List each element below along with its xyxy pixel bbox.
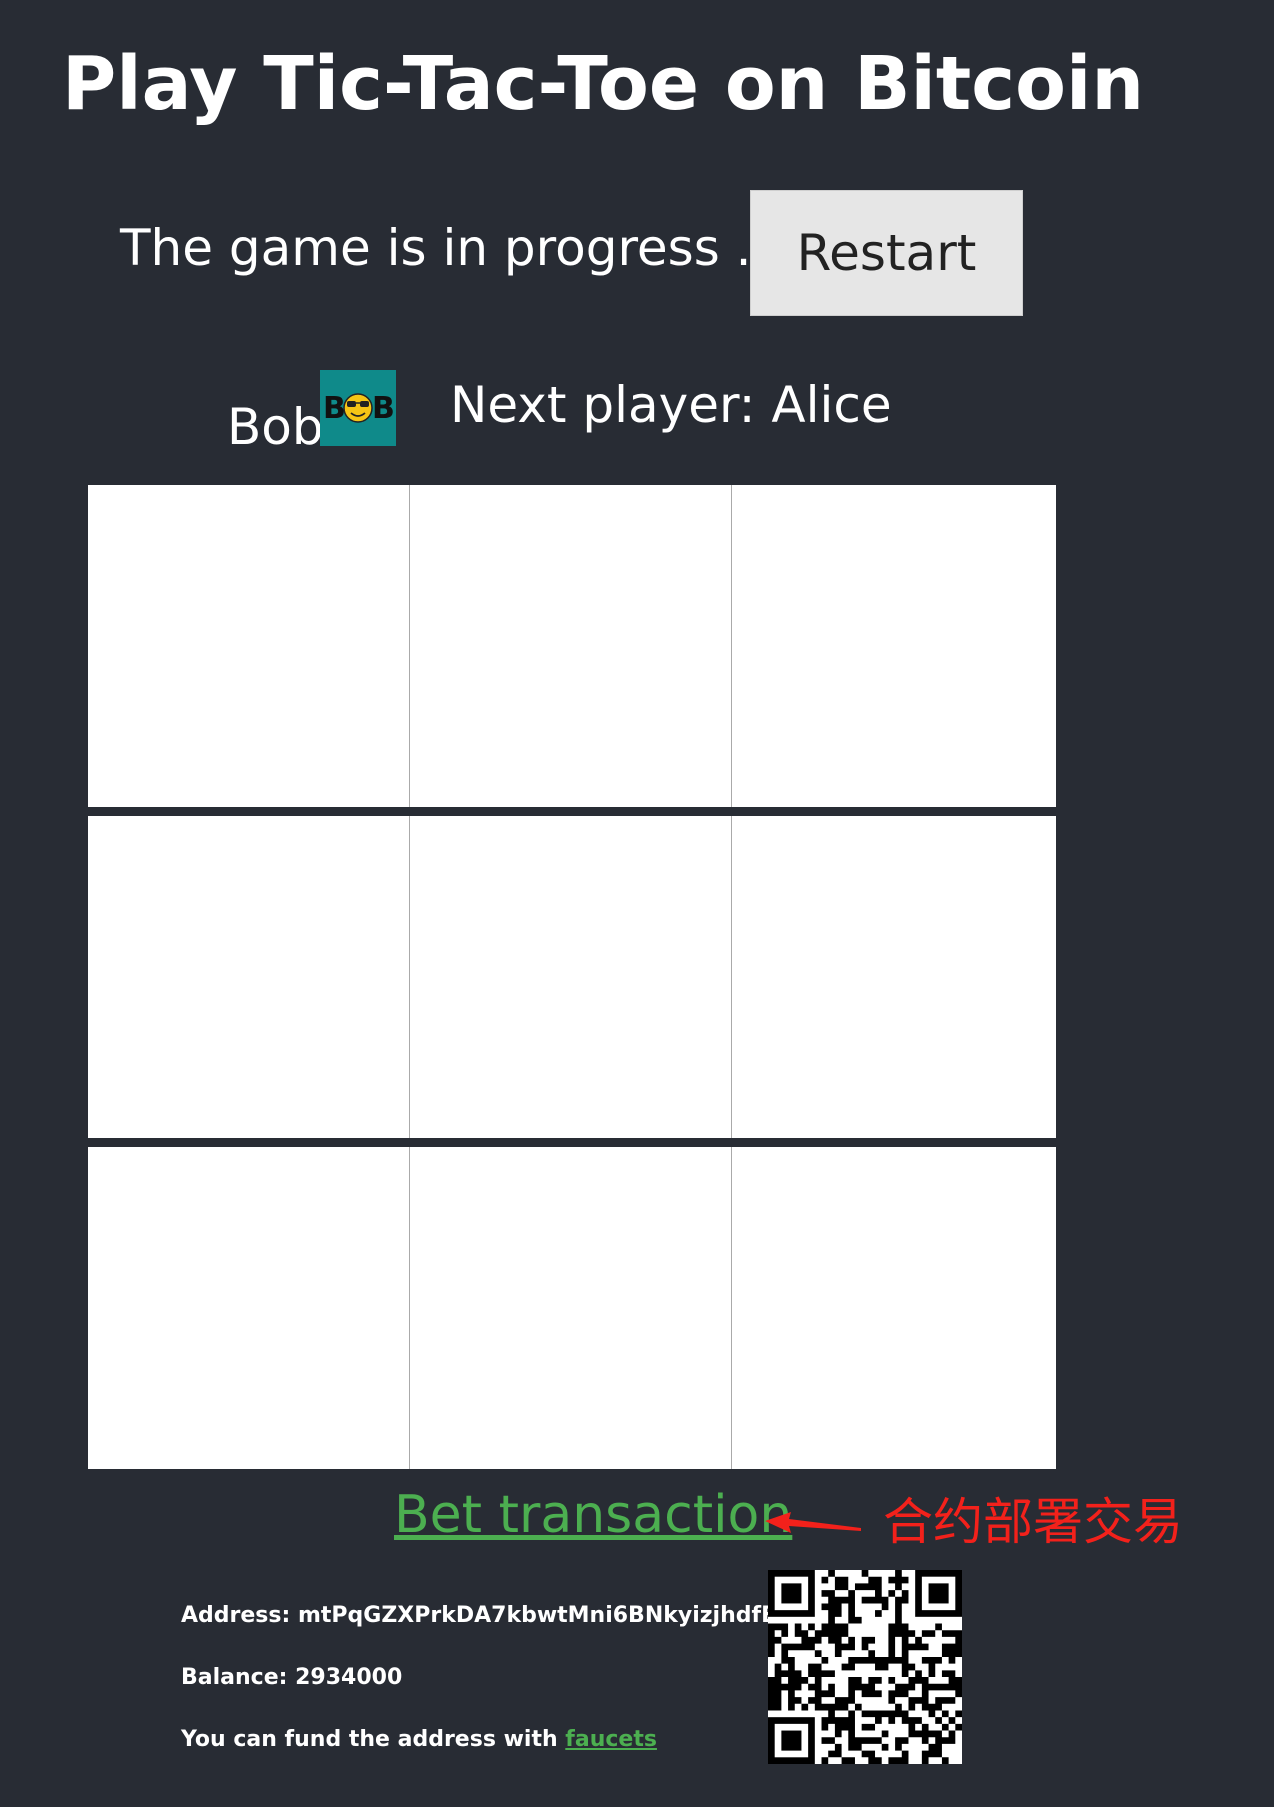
game-board xyxy=(88,485,1056,1470)
address-label: Address: xyxy=(181,1603,291,1628)
game-status: The game is in progress ... xyxy=(120,219,784,277)
wallet-address: Address: mtPqGZXPrkDA7kbwtMni6BNkyizjhdf… xyxy=(181,1601,804,1631)
board-square[interactable] xyxy=(88,485,410,807)
balance-value: 2934000 xyxy=(295,1665,403,1690)
board-square[interactable] xyxy=(88,816,410,1138)
address-value: mtPqGZXPrkDA7kbwtMni6BNkyizjhdfEVr xyxy=(297,1603,804,1628)
faucets-link[interactable]: faucets xyxy=(565,1727,657,1752)
next-player-text: Next player: Alice xyxy=(450,376,892,434)
fund-text: You can fund the address with xyxy=(181,1727,558,1752)
player-name: Bob xyxy=(227,398,324,456)
svg-text:B: B xyxy=(323,391,346,426)
arrow-left-icon xyxy=(765,1512,861,1533)
board-row xyxy=(88,816,1056,1138)
board-row xyxy=(88,485,1056,807)
wallet-fund-hint: You can fund the address with faucets xyxy=(181,1725,657,1755)
bet-transaction-link[interactable]: Bet transaction xyxy=(394,1483,792,1547)
balance-label: Balance: xyxy=(181,1665,288,1690)
board-square[interactable] xyxy=(410,816,732,1138)
restart-button[interactable]: Restart xyxy=(750,190,1023,316)
board-square[interactable] xyxy=(410,485,732,807)
board-square[interactable] xyxy=(410,1147,732,1469)
board-square[interactable] xyxy=(732,485,1056,807)
board-square[interactable] xyxy=(732,1147,1056,1469)
annotation-text: 合约部署交易 xyxy=(883,1493,1183,1551)
wallet-balance: Balance: 2934000 xyxy=(181,1663,402,1693)
board-square[interactable] xyxy=(732,816,1056,1138)
qr-code xyxy=(767,1569,963,1765)
qr-code-icon xyxy=(767,1569,963,1765)
board-square[interactable] xyxy=(88,1147,410,1469)
page-title: Play Tic-Tac-Toe on Bitcoin xyxy=(62,41,1144,127)
bob-avatar-icon: B B xyxy=(320,370,396,446)
svg-text:B: B xyxy=(372,391,395,426)
board-row xyxy=(88,1147,1056,1469)
bob-avatar: B B xyxy=(320,370,396,446)
